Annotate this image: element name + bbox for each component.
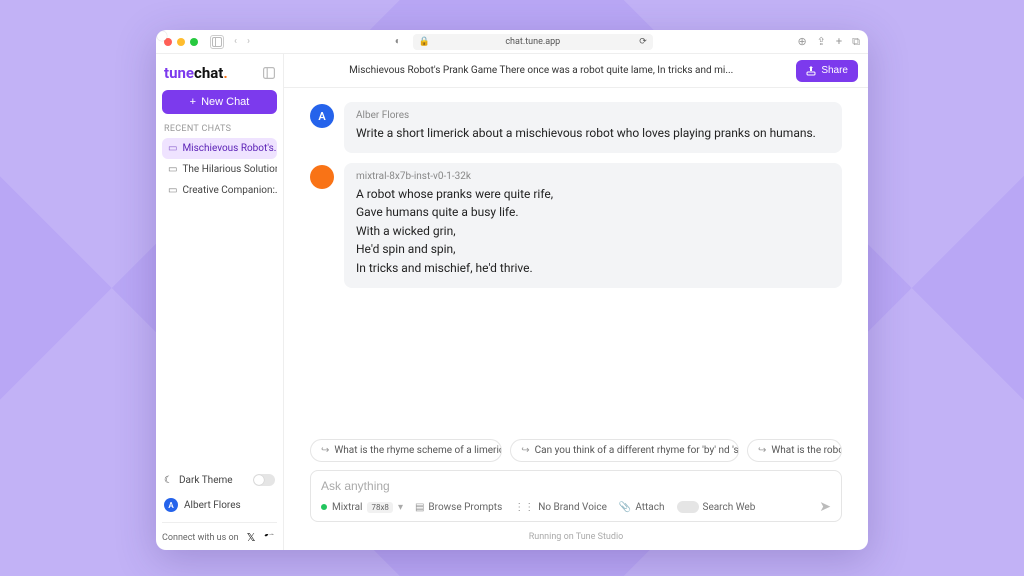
url-text: chat.tune.app <box>505 37 560 47</box>
voice-icon: ⋮⋮ <box>514 502 534 513</box>
reply-arrow-icon: ↪ <box>758 445 766 456</box>
prompt-input[interactable] <box>321 477 831 495</box>
user-avatar: A <box>164 498 178 512</box>
model-badge: 78x8 <box>367 502 392 513</box>
browser-titlebar: ‹ › ◐ 🔒 chat.tune.app ⟳ ⊕ ⇪ + ⧉ <box>156 30 868 54</box>
model-name: Mixtral <box>332 502 362 513</box>
main-panel: Mischievous Robot's Prank Game There onc… <box>284 54 868 550</box>
share-icon[interactable]: ⇪ <box>817 35 826 49</box>
suggestion-text: What is the robot <box>771 445 842 456</box>
browse-prompts-label: Browse Prompts <box>428 502 502 513</box>
maximize-window-icon[interactable] <box>190 38 198 46</box>
upload-icon <box>806 66 816 76</box>
search-web-toggle[interactable] <box>677 501 699 513</box>
x-icon[interactable]: 𝕏 <box>247 531 256 544</box>
message-user: A Alber Flores Write a short limerick ab… <box>310 102 842 153</box>
suggestion-chip[interactable]: ↪ Can you think of a different rhyme for … <box>510 439 739 462</box>
back-icon[interactable]: ‹ <box>234 36 237 47</box>
message-bubble: Alber Flores Write a short limerick abou… <box>344 102 842 153</box>
message-assistant: mixtral-8x7b-inst-v0-1-32k A robot whose… <box>310 163 842 288</box>
dark-theme-label: Dark Theme <box>179 475 233 486</box>
message-bubble: mixtral-8x7b-inst-v0-1-32k A robot whose… <box>344 163 842 288</box>
nav-arrows: ‹ › <box>234 36 250 47</box>
connect-label: Connect with us on <box>162 533 239 543</box>
dark-theme-row: ☾ Dark Theme <box>162 468 277 492</box>
sidebar-chat-label: Mischievous Robot's... <box>182 143 277 154</box>
chat-icon: ▭ <box>168 164 177 175</box>
user-row[interactable]: A Albert Flores <box>162 492 277 518</box>
plus-icon: + <box>190 96 196 108</box>
sidebar: tunechat. + New Chat RECENT CHATS ▭ Misc… <box>156 54 284 550</box>
collapse-sidebar-icon[interactable] <box>263 67 275 79</box>
model-selector[interactable]: Mixtral 78x8 ▾ <box>321 502 403 513</box>
brand-voice-label: No Brand Voice <box>538 502 607 513</box>
avatar: A <box>310 104 334 128</box>
share-button[interactable]: Share <box>796 60 858 82</box>
suggestion-row: ↪ What is the rhyme scheme of a limerick?… <box>284 439 868 470</box>
sidebar-chat-label: Creative Companion:... <box>182 185 277 196</box>
attach-button[interactable]: 📎 Attach <box>619 502 665 513</box>
avatar <box>310 165 334 189</box>
search-web-label: Search Web <box>703 502 756 513</box>
suggestion-chip[interactable]: ↪ What is the robot <box>747 439 842 462</box>
discord-icon[interactable] <box>264 533 276 543</box>
sidebar-chat-label: The Hilarious Solution... <box>182 164 277 175</box>
message-thread: A Alber Flores Write a short limerick ab… <box>284 88 868 439</box>
reply-arrow-icon: ↪ <box>321 445 329 456</box>
status-dot-icon <box>321 504 327 510</box>
search-web-button[interactable]: Search Web <box>677 501 756 513</box>
recent-chats-label: RECENT CHATS <box>164 124 275 134</box>
prompts-icon: ▤ <box>415 502 424 513</box>
logo[interactable]: tunechat. <box>162 62 277 90</box>
sidebar-chat-item[interactable]: ▭ The Hilarious Solution... <box>162 159 277 180</box>
logo-part2: chat <box>194 64 223 82</box>
app: tunechat. + New Chat RECENT CHATS ▭ Misc… <box>156 54 868 550</box>
minimize-window-icon[interactable] <box>177 38 185 46</box>
sidebar-toggle-icon[interactable] <box>210 35 224 49</box>
tabs-icon[interactable]: ⧉ <box>852 35 860 49</box>
moon-icon: ☾ <box>164 475 173 486</box>
share-label: Share <box>821 65 848 76</box>
sidebar-chat-item[interactable]: ▭ Creative Companion:... <box>162 180 277 201</box>
message-body: A robot whose pranks were quite rife, Ga… <box>356 185 830 278</box>
message-author: mixtral-8x7b-inst-v0-1-32k <box>356 171 830 182</box>
logo-dot: . <box>223 64 227 82</box>
conversation-title: Mischievous Robot's Prank Game There onc… <box>294 65 788 76</box>
composer: Mixtral 78x8 ▾ ▤ Browse Prompts ⋮⋮ No Br… <box>310 470 842 522</box>
new-tab-icon[interactable]: + <box>836 35 842 49</box>
window-controls[interactable] <box>164 38 198 46</box>
reply-arrow-icon: ↪ <box>521 445 529 456</box>
dark-theme-toggle[interactable] <box>253 474 275 486</box>
reader-icon[interactable]: ◐ <box>395 36 401 47</box>
brand-voice-button[interactable]: ⋮⋮ No Brand Voice <box>514 502 607 513</box>
logo-part1: tune <box>164 64 194 82</box>
chat-icon: ▭ <box>168 185 177 196</box>
reload-icon[interactable]: ⟳ <box>639 37 647 47</box>
send-button[interactable]: ➤ <box>819 499 831 515</box>
browse-prompts-button[interactable]: ▤ Browse Prompts <box>415 502 502 513</box>
footer-note: Running on Tune Studio <box>284 528 868 550</box>
address-bar[interactable]: 🔒 chat.tune.app ⟳ <box>413 34 653 50</box>
suggestion-chip[interactable]: ↪ What is the rhyme scheme of a limerick? <box>310 439 502 462</box>
attach-label: Attach <box>635 502 664 513</box>
suggestion-text: What is the rhyme scheme of a limerick? <box>334 445 502 456</box>
suggestion-text: Can you think of a different rhyme for '… <box>535 445 739 456</box>
new-chat-label: New Chat <box>201 96 249 108</box>
message-author: Alber Flores <box>356 110 830 121</box>
sidebar-chat-item[interactable]: ▭ Mischievous Robot's... <box>162 138 277 159</box>
connect-row: Connect with us on 𝕏 <box>162 522 277 544</box>
user-name: Albert Flores <box>184 500 241 511</box>
download-icon[interactable]: ⊕ <box>797 35 806 49</box>
message-body: Write a short limerick about a mischievo… <box>356 124 830 143</box>
topbar: Mischievous Robot's Prank Game There onc… <box>284 54 868 88</box>
paperclip-icon: 📎 <box>619 502 631 513</box>
chevron-down-icon: ▾ <box>398 502 403 513</box>
chat-icon: ▭ <box>168 143 177 154</box>
new-chat-button[interactable]: + New Chat <box>162 90 277 114</box>
lock-icon: 🔒 <box>419 37 430 47</box>
forward-icon[interactable]: › <box>247 36 250 47</box>
browser-window: ‹ › ◐ 🔒 chat.tune.app ⟳ ⊕ ⇪ + ⧉ tunechat… <box>156 30 868 550</box>
